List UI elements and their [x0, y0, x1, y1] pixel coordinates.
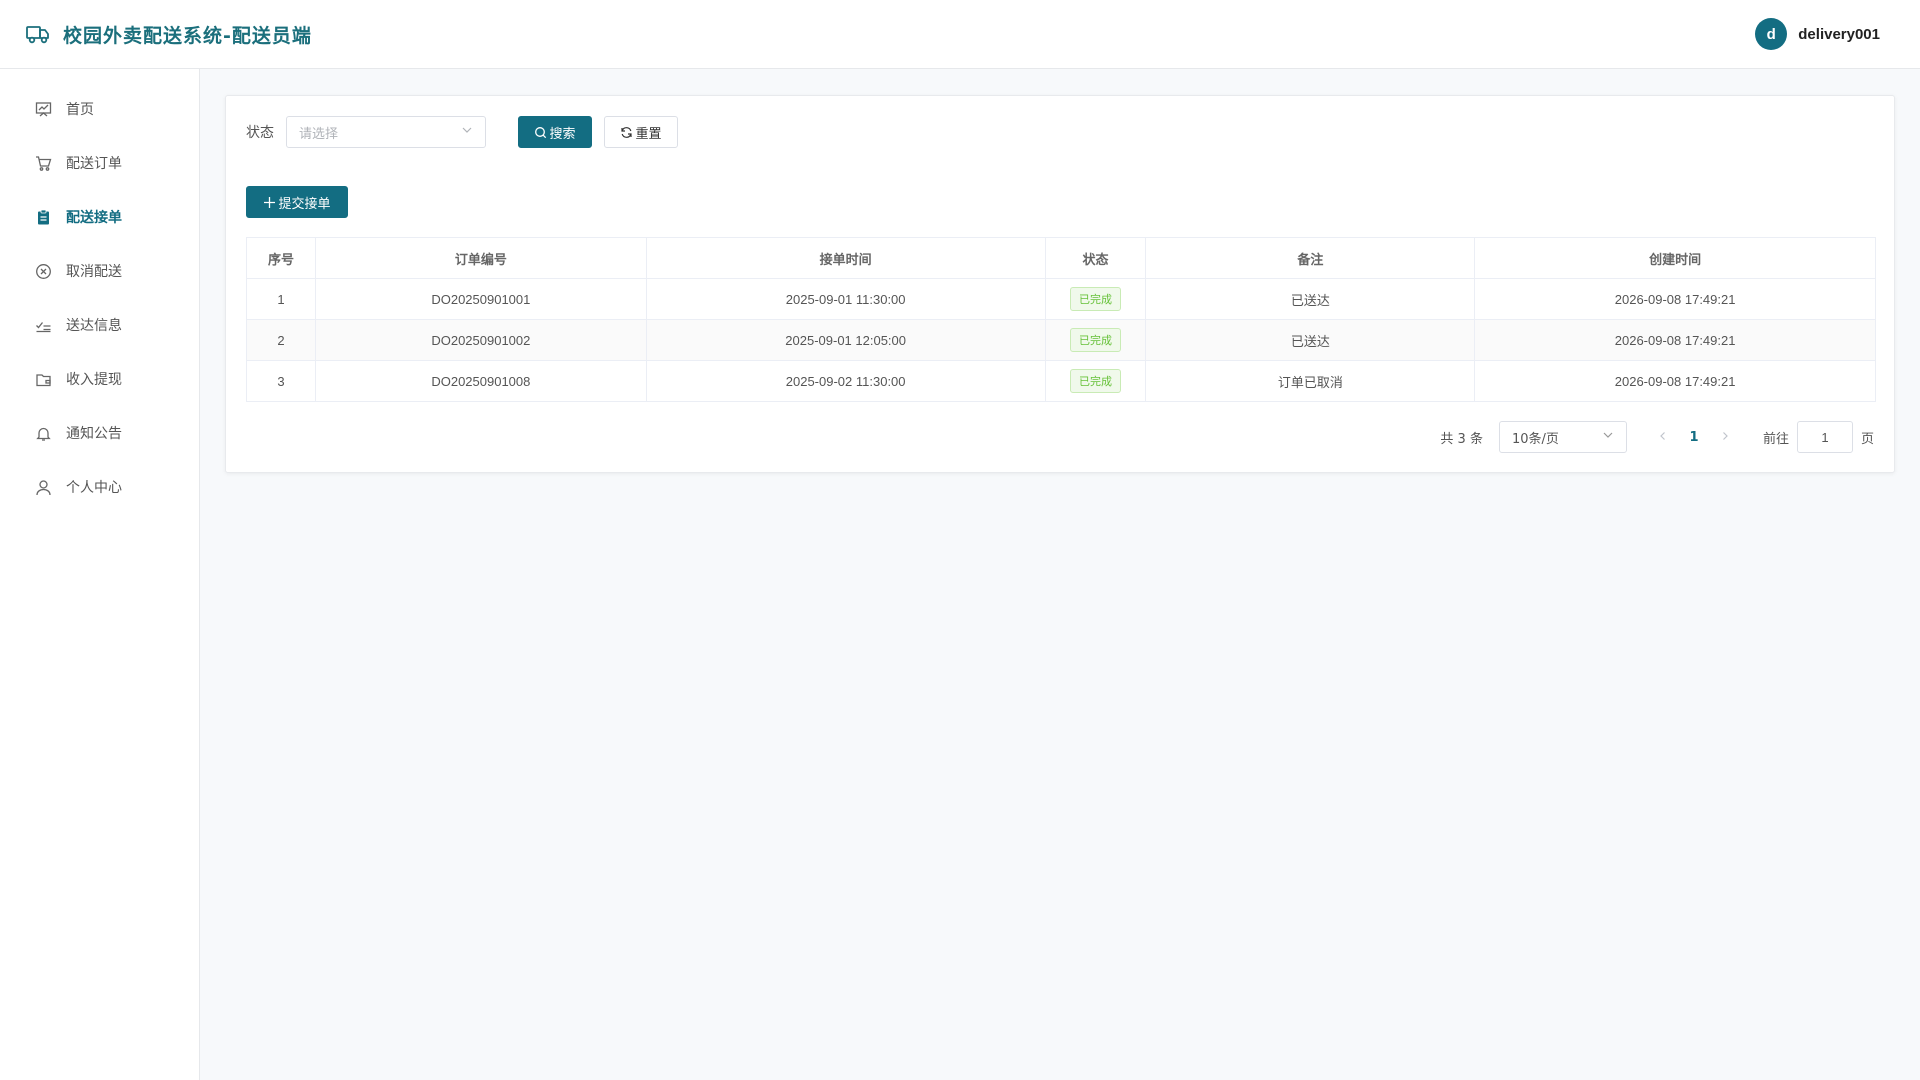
- cell-accept-time: 2025-09-02 11:30:00: [645, 360, 1046, 402]
- cancel-circle-icon: [35, 263, 52, 280]
- cell-index: 2: [246, 319, 316, 361]
- user-menu[interactable]: d delivery001: [1755, 18, 1880, 50]
- cell-index: 1: [246, 278, 316, 320]
- column-header-accept-time[interactable]: 接单时间: [645, 237, 1046, 279]
- chevron-down-icon: [461, 124, 473, 140]
- table-row[interactable]: 2 DO20250901002 2025-09-01 12:05:00 已完成 …: [246, 319, 1876, 361]
- reset-button[interactable]: 重置: [604, 116, 678, 148]
- plus-icon: [263, 196, 276, 209]
- cell-index: 3: [246, 360, 316, 402]
- app-title: 校园外卖配送系统-配送员端: [63, 24, 312, 47]
- cell-status: 已完成: [1044, 360, 1147, 402]
- sidebar-item-label: 送达信息: [66, 318, 122, 334]
- cell-accept-time: 2025-09-01 11:30:00: [645, 278, 1046, 320]
- search-button-label: 搜索: [549, 126, 576, 142]
- search-button[interactable]: 搜索: [518, 116, 592, 148]
- sidebar-item-label: 取消配送: [66, 264, 122, 280]
- bell-icon: [35, 425, 52, 442]
- cell-order-no: DO20250901002: [314, 319, 647, 361]
- sidebar-item-label: 个人中心: [66, 480, 122, 496]
- submit-accept-button[interactable]: 提交接单: [246, 186, 348, 218]
- sidebar-item-cancel-delivery[interactable]: 取消配送: [0, 244, 199, 298]
- reset-button-label: 重置: [635, 126, 662, 142]
- status-select[interactable]: 请选择: [286, 116, 486, 148]
- goto-page-input[interactable]: [1796, 421, 1853, 453]
- sidebar-item-delivery-info[interactable]: 送达信息: [0, 298, 199, 352]
- cell-order-no: DO20250901001: [314, 278, 647, 320]
- cart-icon: [35, 155, 52, 172]
- checklist-icon: [35, 317, 52, 334]
- goto-label: 前往: [1762, 431, 1789, 447]
- refresh-icon: [620, 126, 633, 139]
- column-header-status[interactable]: 状态: [1044, 237, 1147, 279]
- column-header-remark[interactable]: 备注: [1145, 237, 1476, 279]
- sidebar-item-label: 通知公告: [66, 426, 122, 442]
- submit-accept-label: 提交接单: [278, 196, 331, 212]
- sidebar-item-profile[interactable]: 个人中心: [0, 460, 199, 514]
- user-icon: [35, 479, 52, 496]
- truck-icon: [25, 21, 51, 47]
- sidebar-item-label: 收入提现: [66, 372, 122, 388]
- table-row[interactable]: 3 DO20250901008 2025-09-02 11:30:00 已完成 …: [246, 360, 1876, 402]
- cell-status: 已完成: [1044, 278, 1147, 320]
- column-header-created[interactable]: 创建时间: [1474, 237, 1876, 279]
- status-badge: 已完成: [1069, 369, 1121, 393]
- search-icon: [534, 126, 547, 139]
- cell-remark: 已送达: [1145, 319, 1476, 361]
- sidebar-item-label: 首页: [66, 102, 94, 118]
- cell-created: 2026-09-08 17:49:21: [1474, 360, 1876, 402]
- sidebar-item-accept-orders[interactable]: 配送接单: [0, 190, 199, 244]
- cell-status: 已完成: [1044, 319, 1147, 361]
- cell-created: 2026-09-08 17:49:21: [1474, 278, 1876, 320]
- sidebar-item-label: 配送接单: [66, 210, 122, 226]
- pagination: 共 3 条 10条/页 1 前往 页: [1440, 421, 1874, 453]
- cell-remark: 订单已取消: [1145, 360, 1476, 402]
- sidebar-item-notices[interactable]: 通知公告: [0, 406, 199, 460]
- column-header-order-no[interactable]: 订单编号: [314, 237, 647, 279]
- home-icon: [35, 101, 52, 118]
- status-badge: 已完成: [1069, 328, 1121, 352]
- filter-bar: 状态 请选择 搜索 重置: [246, 116, 678, 148]
- top-header: 校园外卖配送系统-配送员端 d delivery001: [0, 0, 1920, 69]
- pagination-total: 共 3 条: [1440, 431, 1483, 447]
- page-number-current[interactable]: 1: [1677, 430, 1711, 445]
- sidebar-item-label: 配送订单: [66, 156, 122, 172]
- goto-suffix: 页: [1860, 431, 1874, 447]
- sidebar-item-income-withdraw[interactable]: 收入提现: [0, 352, 199, 406]
- cell-remark: 已送达: [1145, 278, 1476, 320]
- column-header-index[interactable]: 序号: [246, 237, 316, 279]
- sidebar-item-home[interactable]: 首页: [0, 82, 199, 136]
- cell-accept-time: 2025-09-01 12:05:00: [645, 319, 1046, 361]
- page-size-value: 10条/页: [1511, 431, 1559, 447]
- brand: 校园外卖配送系统-配送员端: [25, 21, 312, 48]
- cell-order-no: DO20250901008: [314, 360, 647, 402]
- status-filter-label: 状态: [246, 125, 274, 141]
- chevron-left-icon: [1660, 431, 1665, 440]
- table-header-row: 序号 订单编号 接单时间 状态 备注 创建时间: [246, 237, 1876, 279]
- avatar[interactable]: d: [1755, 18, 1788, 50]
- chevron-right-icon: [1723, 431, 1728, 440]
- content-card: 状态 请选择 搜索 重置 提交接单 序号 订单编号 接单时间 状态 备注 创建时…: [225, 95, 1895, 473]
- orders-table: 序号 订单编号 接单时间 状态 备注 创建时间 1 DO20250901001 …: [246, 237, 1876, 402]
- status-select-placeholder: 请选择: [299, 126, 339, 142]
- sidebar-item-delivery-orders[interactable]: 配送订单: [0, 136, 199, 190]
- clipboard-icon: [35, 209, 52, 226]
- username[interactable]: delivery001: [1798, 26, 1880, 43]
- wallet-icon: [35, 371, 52, 388]
- status-badge: 已完成: [1069, 287, 1121, 311]
- prev-page-button[interactable]: [1649, 430, 1677, 445]
- chevron-down-icon: [1602, 429, 1614, 445]
- table-row[interactable]: 1 DO20250901001 2025-09-01 11:30:00 已完成 …: [246, 278, 1876, 320]
- next-page-button[interactable]: [1711, 430, 1739, 445]
- cell-created: 2026-09-08 17:49:21: [1474, 319, 1876, 361]
- page-size-select[interactable]: 10条/页: [1498, 421, 1627, 453]
- sidebar: 首页 配送订单 配送接单 取消配送 送达信息 收入提现 通知公告 个人中心: [0, 69, 200, 1080]
